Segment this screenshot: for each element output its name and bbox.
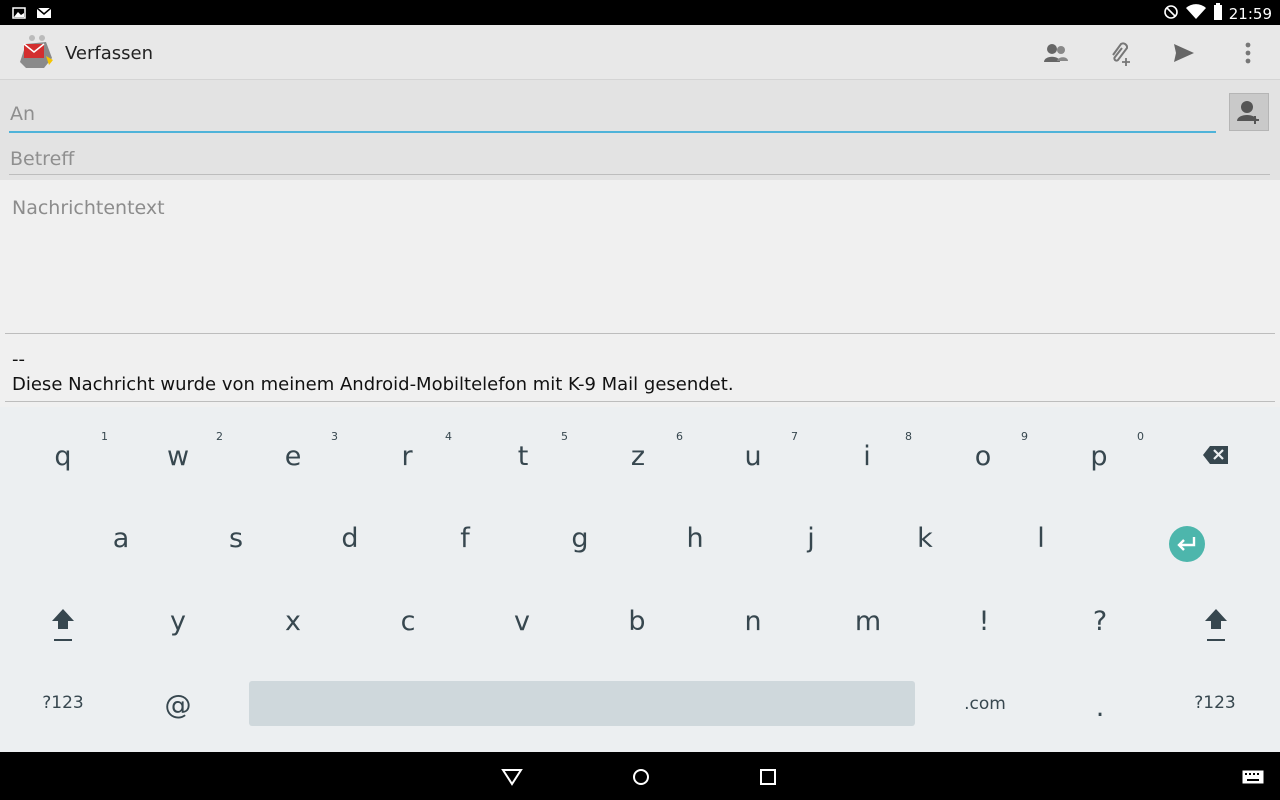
enter-key[interactable] bbox=[1137, 504, 1237, 574]
home-icon[interactable] bbox=[628, 764, 654, 790]
key-z[interactable]: 6z bbox=[588, 422, 688, 492]
key-at[interactable]: @ bbox=[128, 671, 228, 741]
key-i[interactable]: 8i bbox=[817, 422, 917, 492]
key-u[interactable]: 7u bbox=[703, 422, 803, 492]
send-icon[interactable] bbox=[1166, 35, 1202, 71]
key-period[interactable]: . bbox=[1050, 673, 1150, 743]
signature-separator: -- bbox=[12, 349, 25, 370]
message-body-placeholder: Nachrichtentext bbox=[12, 197, 165, 219]
attach-icon[interactable] bbox=[1102, 35, 1138, 71]
key-p[interactable]: 0p bbox=[1049, 422, 1149, 492]
key-question[interactable]: ? bbox=[1050, 587, 1150, 657]
mail-icon bbox=[36, 5, 52, 24]
battery-icon bbox=[1213, 3, 1223, 24]
status-time: 21:59 bbox=[1228, 4, 1272, 23]
to-field-underline bbox=[9, 131, 1216, 133]
image-icon bbox=[12, 5, 26, 24]
key-w[interactable]: 2w bbox=[128, 422, 228, 492]
screen-title: Verfassen bbox=[65, 43, 153, 64]
key-f[interactable]: f bbox=[415, 504, 515, 574]
key-d[interactable]: d bbox=[300, 504, 400, 574]
key-a[interactable]: a bbox=[71, 504, 171, 574]
key-r[interactable]: 4r bbox=[357, 422, 457, 492]
key-m[interactable]: m bbox=[818, 587, 918, 657]
header-fields: An Betreff bbox=[0, 80, 1280, 180]
key-b[interactable]: b bbox=[587, 587, 687, 657]
subject-field[interactable]: Betreff bbox=[10, 148, 74, 170]
key-k[interactable]: k bbox=[875, 504, 975, 574]
key-g[interactable]: g bbox=[530, 504, 630, 574]
contacts-icon[interactable] bbox=[1038, 35, 1074, 71]
action-bar: Verfassen bbox=[0, 25, 1280, 80]
body-divider bbox=[5, 333, 1275, 334]
shift-key-left[interactable] bbox=[13, 587, 113, 657]
key-exclamation[interactable]: ! bbox=[934, 587, 1034, 657]
do-not-disturb-icon bbox=[1163, 4, 1179, 24]
key-n[interactable]: n bbox=[703, 587, 803, 657]
symbols-key-left[interactable]: ?123 bbox=[13, 668, 113, 738]
keyboard-icon[interactable] bbox=[1240, 764, 1266, 790]
key-e[interactable]: 3e bbox=[243, 422, 343, 492]
soft-keyboard: 1q 2w 3e 4r 5t 6z 7u 8i 9o 0p a s d f g … bbox=[0, 407, 1280, 752]
key-h[interactable]: h bbox=[645, 504, 745, 574]
key-q[interactable]: 1q bbox=[13, 422, 113, 492]
signature-text[interactable]: Diese Nachricht wurde von meinem Android… bbox=[12, 374, 734, 395]
wifi-icon bbox=[1185, 3, 1207, 24]
key-l[interactable]: l bbox=[991, 504, 1091, 574]
backspace-key[interactable] bbox=[1166, 422, 1266, 492]
key-c[interactable]: c bbox=[358, 587, 458, 657]
overflow-menu-icon[interactable] bbox=[1230, 35, 1266, 71]
message-body[interactable]: Nachrichtentext -- Diese Nachricht wurde… bbox=[0, 180, 1280, 407]
subject-field-underline bbox=[9, 174, 1270, 175]
key-s[interactable]: s bbox=[186, 504, 286, 574]
key-dotcom[interactable]: .com bbox=[935, 669, 1035, 739]
key-j[interactable]: j bbox=[761, 504, 861, 574]
add-contact-button[interactable] bbox=[1229, 93, 1269, 131]
signature-divider bbox=[5, 401, 1275, 402]
shift-key-right[interactable] bbox=[1166, 587, 1266, 657]
symbols-key-right[interactable]: ?123 bbox=[1165, 668, 1265, 738]
key-v[interactable]: v bbox=[472, 587, 572, 657]
space-bar[interactable] bbox=[249, 681, 915, 726]
back-icon[interactable] bbox=[499, 764, 525, 790]
key-y[interactable]: y bbox=[128, 587, 228, 657]
key-o[interactable]: 9o bbox=[933, 422, 1033, 492]
key-t[interactable]: 5t bbox=[473, 422, 573, 492]
key-x[interactable]: x bbox=[243, 587, 343, 657]
status-bar: 21:59 bbox=[0, 0, 1280, 25]
navigation-bar bbox=[0, 752, 1280, 800]
k9-app-icon[interactable] bbox=[16, 32, 56, 72]
recents-icon[interactable] bbox=[755, 764, 781, 790]
to-field[interactable]: An bbox=[10, 103, 35, 125]
